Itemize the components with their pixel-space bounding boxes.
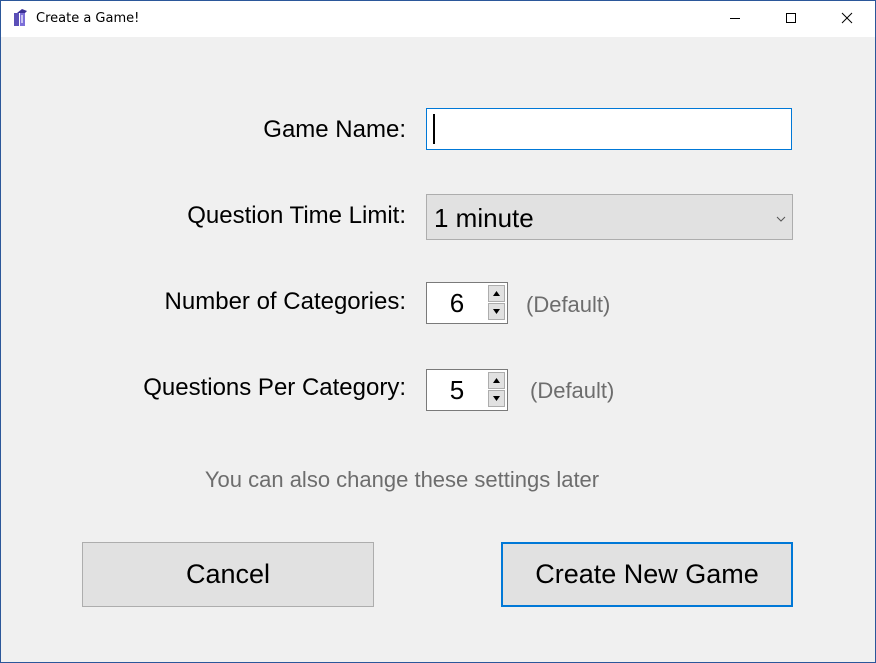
game-name-input[interactable] <box>426 108 792 150</box>
window-title: Create a Game! <box>36 11 140 26</box>
questions-per-category-stepper[interactable]: 5 <box>426 369 508 411</box>
minimize-icon <box>730 18 740 19</box>
arrow-up-icon <box>493 291 500 296</box>
time-limit-value: 1 minute <box>434 203 534 233</box>
questions-per-category-default-hint: (Default) <box>530 378 615 403</box>
chevron-down-icon <box>776 211 786 222</box>
questions-increment-button[interactable] <box>488 372 505 389</box>
categories-default-hint: (Default) <box>526 292 611 317</box>
time-limit-label: Question Time Limit: <box>187 202 406 229</box>
questions-per-category-label: Questions Per Category: <box>143 374 406 401</box>
categories-stepper[interactable]: 6 <box>426 282 508 324</box>
time-limit-select[interactable]: 1 minute <box>426 194 793 240</box>
create-game-window: Create a Game! Game Name: Question Time … <box>0 0 876 663</box>
categories-label: Number of Categories: <box>164 288 406 315</box>
arrow-down-icon <box>493 309 500 314</box>
title-bar: Create a Game! <box>1 1 875 37</box>
arrow-down-icon <box>493 396 500 401</box>
app-icon <box>13 9 29 27</box>
cancel-button[interactable]: Cancel <box>82 542 374 607</box>
game-name-label: Game Name: <box>263 116 406 143</box>
settings-note: You can also change these settings later <box>204 467 600 492</box>
maximize-button[interactable] <box>763 1 819 35</box>
categories-increment-button[interactable] <box>488 285 505 302</box>
close-button[interactable] <box>819 1 875 35</box>
minimize-button[interactable] <box>707 1 763 35</box>
categories-decrement-button[interactable] <box>488 303 505 320</box>
maximize-icon <box>786 13 796 23</box>
categories-value[interactable]: 6 <box>427 283 487 323</box>
arrow-up-icon <box>493 378 500 383</box>
create-new-game-button[interactable]: Create New Game <box>501 542 793 607</box>
questions-decrement-button[interactable] <box>488 390 505 407</box>
questions-per-category-value[interactable]: 5 <box>427 370 487 410</box>
close-icon <box>841 12 853 24</box>
text-caret <box>433 114 435 144</box>
